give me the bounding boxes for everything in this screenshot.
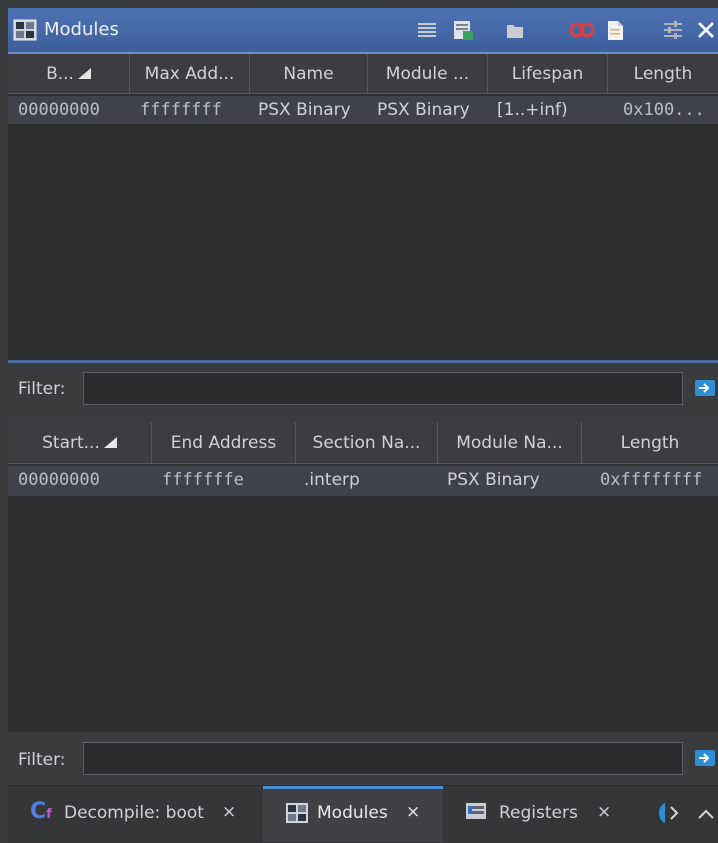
column-header-end-address[interactable]: End Address [152, 422, 296, 463]
filter-bar: Filter: [8, 363, 718, 413]
split-pane-handle[interactable]: ••• [8, 413, 718, 430]
sort-ascending-icon [103, 437, 117, 448]
import-module-icon[interactable] [452, 19, 474, 41]
column-header-lifespan[interactable]: Lifespan [488, 54, 608, 93]
cell-end-address: fffffffe [162, 470, 244, 490]
cell-module-name: PSX Binary [447, 470, 540, 490]
column-header-section-name[interactable]: Section Na... [296, 422, 438, 463]
close-tab-icon[interactable]: × [597, 802, 611, 822]
list-view-icon[interactable] [416, 19, 438, 41]
folder-icon[interactable] [504, 19, 526, 41]
modules-table-header: B... Max Add... Name Module ... Lifespan… [8, 54, 718, 94]
column-header-length[interactable]: Length [582, 422, 718, 463]
sections-table: Start... End Address Section Na... Modul… [8, 422, 718, 732]
filter-input[interactable] [83, 742, 683, 775]
sort-ascending-icon [77, 68, 91, 79]
tab-registers[interactable]: Registers × [443, 786, 628, 842]
filter-input[interactable] [83, 372, 683, 405]
table-row[interactable]: 00000000 ffffffff PSX Binary PSX Binary … [8, 96, 718, 124]
sections-table-header: Start... End Address Section Na... Modul… [8, 422, 718, 464]
modules-table: B... Max Add... Name Module ... Lifespan… [8, 54, 718, 362]
column-header-max-address[interactable]: Max Add... [130, 54, 250, 93]
modules-icon [13, 19, 37, 41]
window-title-bar: Modules [8, 8, 718, 54]
tab-decompile[interactable]: Cf Decompile: boot × [8, 786, 263, 842]
column-header-start[interactable]: Start... [8, 422, 152, 463]
map-sections-icon[interactable] [569, 19, 595, 41]
cell-section-name: .interp [304, 470, 360, 490]
column-header-name[interactable]: Name [250, 54, 368, 93]
filter-bar: Filter: [8, 734, 718, 784]
modules-icon [285, 802, 309, 824]
window-title: Modules [44, 19, 119, 40]
filter-options-icon[interactable] [694, 377, 716, 399]
overflow-tab-icon[interactable] [651, 800, 681, 826]
tab-label: Modules [317, 803, 388, 823]
column-header-length[interactable]: Length [608, 54, 718, 93]
configure-icon[interactable] [662, 19, 684, 41]
bottom-tab-bar: Cf Decompile: boot × Modules × Registers… [8, 785, 718, 843]
registers-icon [465, 801, 487, 821]
table-row[interactable]: 00000000 fffffffe .interp PSX Binary 0xf… [8, 466, 718, 496]
cell-lifespan: [1..+inf) [497, 100, 568, 120]
cell-module: PSX Binary [377, 100, 470, 120]
tab-label: Registers [499, 803, 578, 823]
cell-name: PSX Binary [258, 100, 351, 120]
tab-label: Decompile: boot [64, 803, 204, 823]
close-icon[interactable] [696, 19, 718, 41]
cell-max-address: ffffffff [140, 100, 222, 120]
column-header-module[interactable]: Module ... [368, 54, 488, 93]
cell-length: 0x100... [623, 100, 705, 120]
close-tab-icon[interactable]: × [406, 802, 420, 822]
tab-modules[interactable]: Modules × [263, 786, 443, 842]
column-header-base[interactable]: B... [8, 54, 130, 93]
filter-options-icon[interactable] [694, 747, 716, 769]
filter-label: Filter: [18, 750, 66, 770]
document-icon[interactable] [604, 19, 626, 41]
cell-length: 0xffffffff [600, 470, 703, 490]
column-header-module-name[interactable]: Module Na... [438, 422, 582, 463]
cell-base: 00000000 [18, 100, 100, 120]
close-tab-icon[interactable]: × [222, 802, 236, 822]
chevron-up-icon[interactable] [696, 806, 716, 820]
filter-label: Filter: [18, 379, 66, 399]
decompile-icon: Cf [30, 799, 52, 824]
cell-start: 00000000 [18, 470, 100, 490]
